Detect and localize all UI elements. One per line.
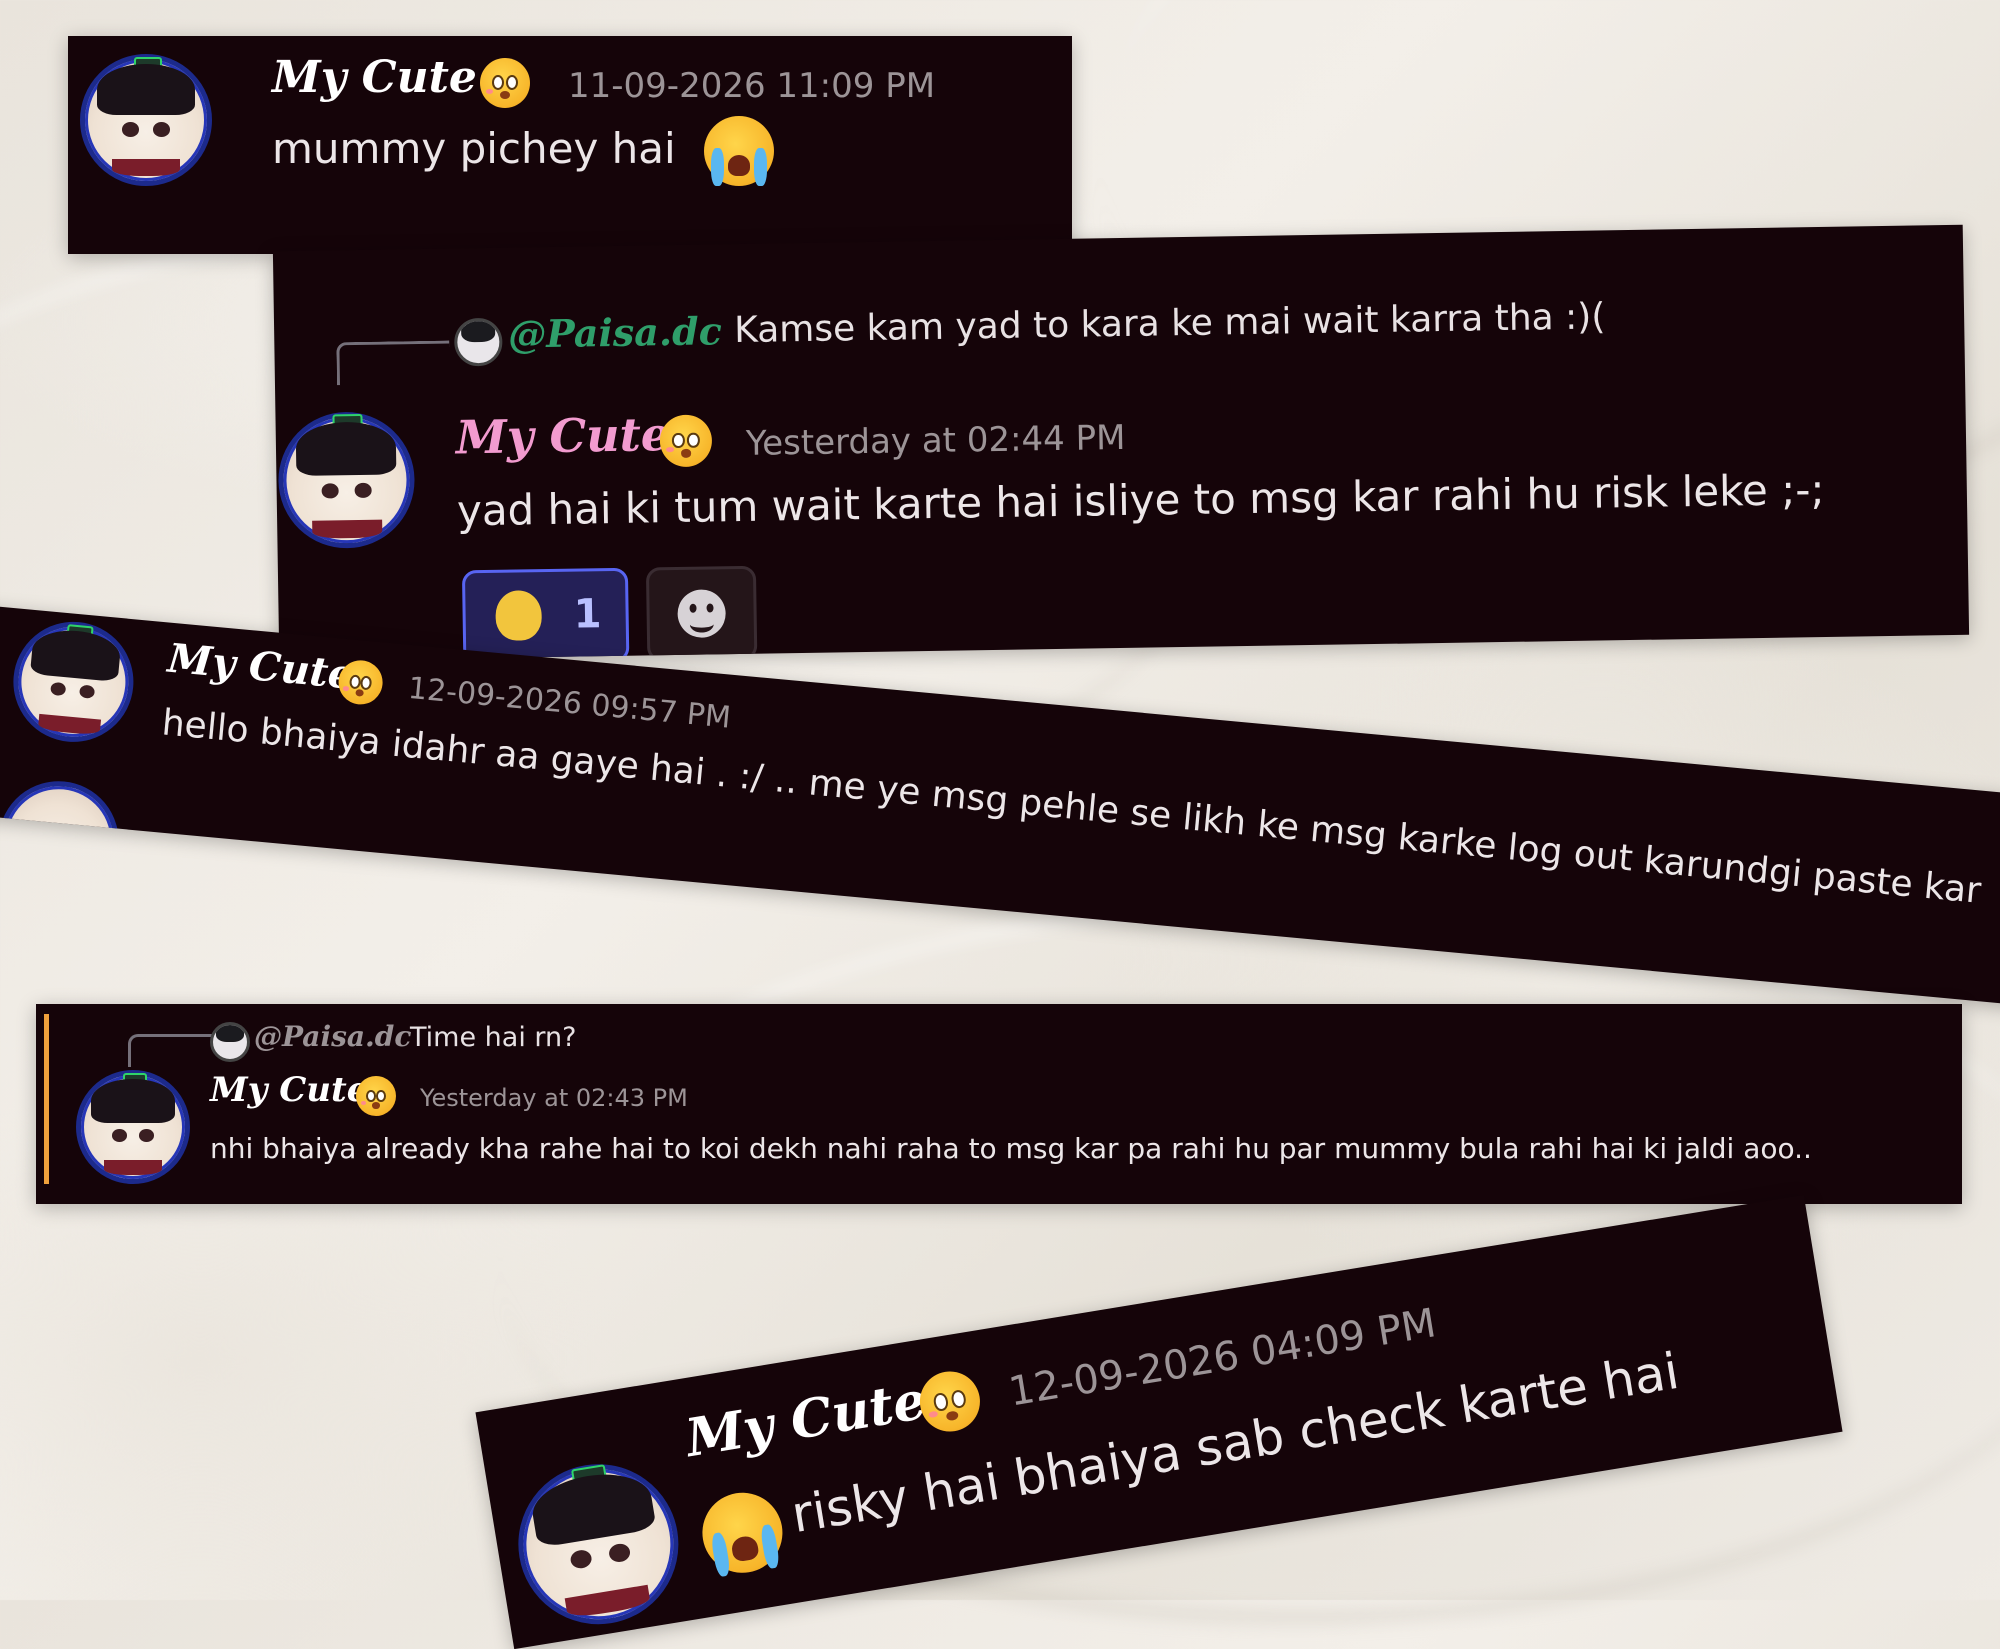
add-reaction-button[interactable] xyxy=(645,565,758,662)
loudly-crying-face-icon xyxy=(696,1486,789,1579)
author-name[interactable]: My Cute xyxy=(682,1370,931,1469)
message-card-4: @Paisa.dc Time hai rn? My Cute Yesterday… xyxy=(36,1004,1962,1204)
reply-connector xyxy=(336,340,450,386)
reaction-button[interactable]: 1 xyxy=(461,567,630,662)
loudly-crying-face-icon xyxy=(704,116,774,186)
message-card-2: @Paisa.dc Kamse kam yad to kara ke mai w… xyxy=(272,224,1970,662)
flushed-face-icon xyxy=(480,58,530,108)
timestamp: Yesterday at 02:43 PM xyxy=(420,1084,688,1112)
message-text: yad hai ki tum wait karte hai isliye to … xyxy=(456,464,1825,536)
reaction-count: 1 xyxy=(573,591,602,638)
author-name[interactable]: My Cute xyxy=(455,407,670,464)
message-text: hello bhaiya idahr aa gaye hai . :/ .. m… xyxy=(160,702,1983,912)
timestamp: Yesterday at 02:44 PM xyxy=(745,417,1126,464)
message-card-1: My Cute 11-09-2026 11:09 PM mummy pichey… xyxy=(68,36,1072,254)
avatar[interactable] xyxy=(277,411,416,550)
reply-preview-text[interactable]: Kamse kam yad to kara ke mai wait karra … xyxy=(734,296,1606,351)
flushed-face-icon xyxy=(356,1076,396,1116)
author-name[interactable]: My Cute xyxy=(272,52,477,103)
avatar-next-message-cropped[interactable] xyxy=(0,775,124,907)
duck-icon xyxy=(495,590,543,641)
avatar[interactable] xyxy=(76,1070,190,1184)
flushed-face-icon xyxy=(659,414,713,468)
avatar[interactable] xyxy=(8,616,139,748)
timestamp: 11-09-2026 11:09 PM xyxy=(568,66,936,106)
avatar[interactable] xyxy=(80,54,212,186)
reply-mention[interactable]: @Paisa.dc xyxy=(254,1020,411,1053)
reply-mention[interactable]: @Paisa.dc xyxy=(508,308,722,356)
smiley-add-reaction-icon xyxy=(677,589,727,638)
message-text: mummy pichey hai xyxy=(272,124,676,173)
reply-avatar[interactable] xyxy=(453,317,503,367)
author-name[interactable]: My Cute xyxy=(210,1070,368,1110)
message-text: nhi bhaiya already kha rahe hai to koi d… xyxy=(210,1132,1812,1165)
reply-highlight-bar xyxy=(44,1014,49,1184)
author-name[interactable]: My Cute xyxy=(166,635,356,699)
reply-avatar[interactable] xyxy=(210,1022,250,1062)
reply-preview-text[interactable]: Time hai rn? xyxy=(410,1022,576,1053)
avatar[interactable] xyxy=(506,1452,691,1637)
timestamp: 12-09-2026 09:57 PM xyxy=(406,670,733,736)
